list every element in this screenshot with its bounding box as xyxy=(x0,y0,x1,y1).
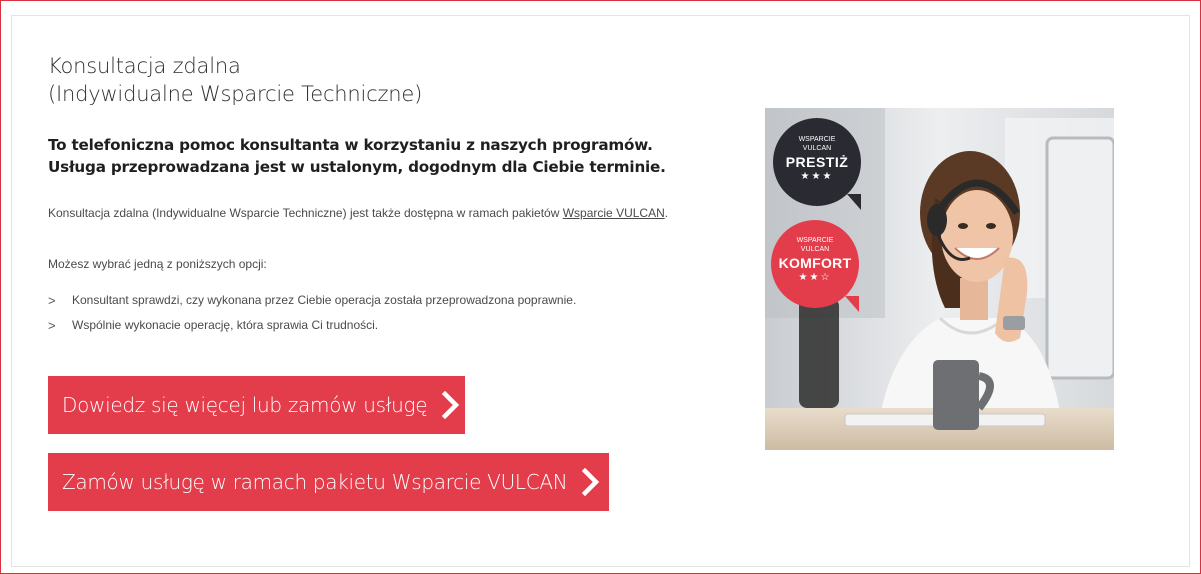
lead-line-1: To telefoniczna pomoc konsultanta w korz… xyxy=(48,136,653,154)
list-item: > Konsultant sprawdzi, czy wykonana prze… xyxy=(48,293,576,318)
badge-prestiz: WSPARCIE VULCAN PRESTIŻ ★★★ xyxy=(773,118,861,210)
lead-line-2: Usługa przeprowadzana jest w ustalonym, … xyxy=(48,158,666,176)
options-label: Możesz wybrać jedną z poniższych opcji: xyxy=(48,257,267,271)
title-line-2: (Indywidualne Wsparcie Techniczne) xyxy=(48,82,423,106)
wsparcie-vulcan-link[interactable]: Wsparcie VULCAN xyxy=(563,206,665,220)
badge-komfort-top: WSPARCIE xyxy=(796,237,834,244)
badge-prestiz-mid: VULCAN xyxy=(802,145,832,152)
lead-text: To telefoniczna pomoc konsultanta w korz… xyxy=(48,134,728,178)
badge-komfort-name: KOMFORT xyxy=(778,255,852,271)
badge-prestiz-top: WSPARCIE xyxy=(798,136,836,143)
description-text: Konsultacja zdalna (Indywidualne Wsparci… xyxy=(48,206,563,220)
option-text: Wspólnie wykonacie operację, która spraw… xyxy=(72,318,379,332)
chevron-right-icon xyxy=(442,391,460,419)
description-paragraph: Konsultacja zdalna (Indywidualne Wsparci… xyxy=(48,206,708,221)
order-in-package-label: Zamów usługę w ramach pakietu Wsparcie V… xyxy=(62,470,568,494)
options-list: > Konsultant sprawdzi, czy wykonana prze… xyxy=(48,293,576,343)
badge-komfort-mid: VULCAN xyxy=(800,246,830,253)
badge-komfort: WSPARCIE VULCAN KOMFORT ★★☆ xyxy=(771,220,859,312)
consultant-photo: WSPARCIE VULCAN PRESTIŻ ★★★ WSPARCIE VUL… xyxy=(765,108,1114,450)
order-in-package-button[interactable]: Zamów usługę w ramach pakietu Wsparcie V… xyxy=(48,453,609,511)
title-line-1: Konsultacja zdalna xyxy=(48,54,241,78)
badge-prestiz-name: PRESTIŻ xyxy=(785,154,849,170)
learn-more-order-button[interactable]: Dowiedz się więcej lub zamów usługę xyxy=(48,376,465,434)
badge-prestiz-tail xyxy=(847,194,861,210)
badge-prestiz-stars: ★★★ xyxy=(800,171,834,182)
bullet-chevron-icon: > xyxy=(48,293,56,308)
learn-more-order-label: Dowiedz się więcej lub zamów usługę xyxy=(62,393,428,417)
description-end: . xyxy=(664,206,669,220)
list-item: > Wspólnie wykonacie operację, która spr… xyxy=(48,318,576,343)
page-title: Konsultacja zdalna (Indywidualne Wsparci… xyxy=(48,52,688,108)
option-text: Konsultant sprawdzi, czy wykonana przez … xyxy=(72,293,577,307)
chevron-right-icon xyxy=(582,468,600,496)
badge-komfort-tail xyxy=(845,296,859,312)
bullet-chevron-icon: > xyxy=(48,318,56,333)
badge-komfort-stars: ★★☆ xyxy=(798,272,832,283)
